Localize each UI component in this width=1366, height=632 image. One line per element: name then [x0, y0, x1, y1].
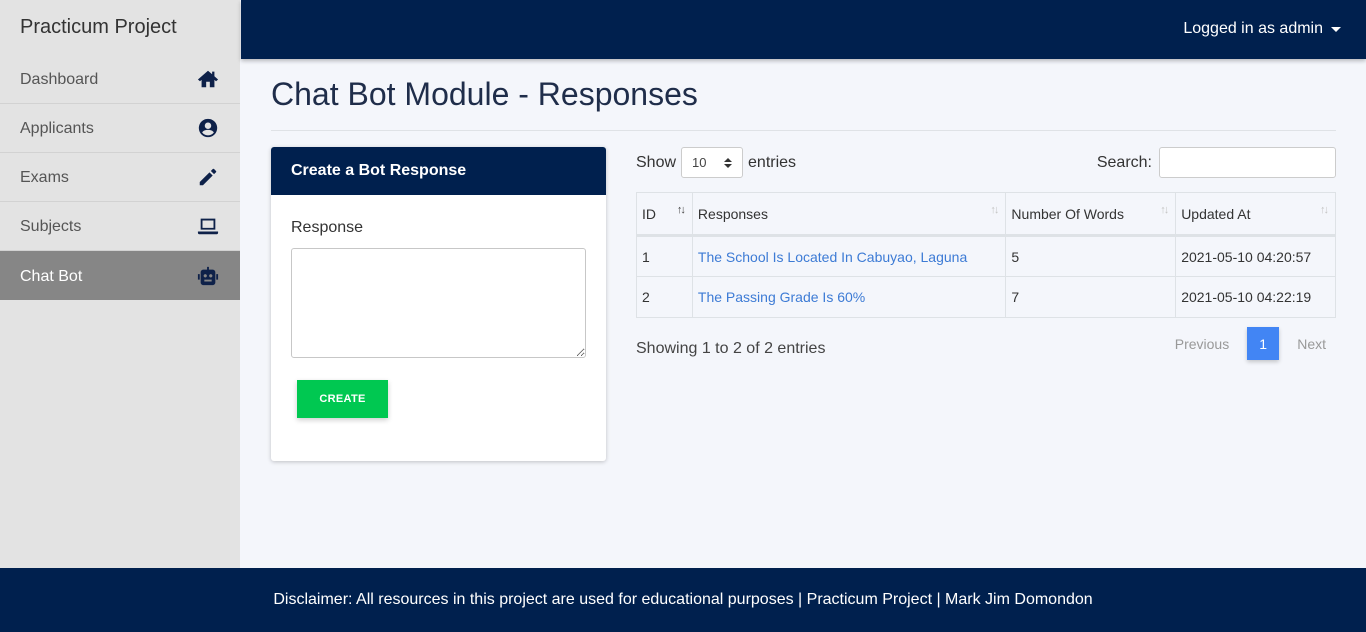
cell-response: The Passing Grade Is 60%: [691, 276, 1007, 318]
page-title: Chat Bot Module - Responses: [271, 76, 698, 112]
response-label: Response: [291, 219, 364, 236]
sidebar-item-chat-bot[interactable]: Chat Bot: [0, 251, 240, 300]
table-row: 1 The School Is Located In Cabuyao, Lagu…: [636, 235, 1336, 277]
cell-updated: 2021-05-10 04:22:19: [1175, 276, 1336, 318]
create-response-card: Create a Bot Response Response CREATE: [271, 147, 606, 461]
entries-select-value: 10: [692, 155, 707, 170]
entries-label: entries: [748, 153, 797, 171]
home-icon: [196, 67, 220, 91]
table-row: 2 The Passing Grade Is 60% 7 2021-05-10 …: [636, 276, 1336, 318]
response-textarea[interactable]: [291, 248, 586, 358]
sidebar-item-label: Exams: [20, 169, 69, 186]
page-1-button[interactable]: 1: [1247, 327, 1280, 360]
search-input[interactable]: [1159, 147, 1336, 178]
create-button[interactable]: CREATE: [297, 380, 388, 418]
responses-table: ID ↑↓ Responses ↑↓ Number Of Words ↑↓ Up…: [636, 192, 1336, 318]
column-header-label: ID: [642, 205, 656, 222]
entries-select[interactable]: 10: [681, 147, 744, 178]
sidebar: Practicum Project Dashboard Applicants E…: [0, 0, 240, 568]
footer-disclaimer: Disclaimer: All resources in this projec…: [273, 591, 1093, 608]
column-header-responses[interactable]: Responses ↑↓: [691, 192, 1007, 237]
show-label: Show: [636, 153, 677, 171]
entries-length-control: Show 10 entries: [636, 147, 796, 178]
select-arrows-icon: [724, 157, 733, 168]
cell-updated: 2021-05-10 04:20:57: [1175, 235, 1336, 277]
response-link[interactable]: The School Is Located In Cabuyao, Laguna: [698, 249, 967, 265]
chevron-down-icon: [1331, 27, 1341, 32]
response-link[interactable]: The Passing Grade Is 60%: [698, 289, 865, 305]
divider: [271, 130, 1336, 131]
cell-id: 2: [636, 276, 693, 318]
user-label: Logged in as admin: [1183, 20, 1323, 37]
previous-page-button[interactable]: Previous: [1165, 336, 1239, 352]
table-search: Search:: [1097, 147, 1336, 178]
column-header-id[interactable]: ID ↑↓: [636, 192, 693, 237]
laptop-icon: [196, 214, 220, 238]
sidebar-item-applicants[interactable]: Applicants: [0, 104, 240, 153]
column-header-label: Responses: [697, 205, 768, 222]
user-circle-icon: [196, 116, 220, 140]
pagination: Previous 1 Next: [1165, 327, 1336, 360]
sidebar-item-label: Subjects: [20, 218, 82, 235]
robot-icon: [196, 264, 220, 288]
cell-id: 1: [636, 235, 693, 277]
cell-words: 7: [1005, 276, 1177, 318]
sort-icon: ↑↓: [990, 204, 999, 216]
sort-icon: ↑↓: [676, 204, 686, 216]
sidebar-item-subjects[interactable]: Subjects: [0, 202, 240, 251]
card-title: Create a Bot Response: [271, 147, 606, 195]
brand-title[interactable]: Practicum Project: [0, 0, 240, 55]
sidebar-item-dashboard[interactable]: Dashboard: [0, 55, 240, 104]
footer: Disclaimer: All resources in this projec…: [0, 568, 1366, 632]
sort-icon: ↑↓: [1160, 204, 1169, 216]
sidebar-item-label: Applicants: [20, 120, 94, 137]
column-header-updated-at[interactable]: Updated At ↑↓: [1175, 192, 1336, 237]
next-page-button[interactable]: Next: [1287, 336, 1336, 352]
search-label: Search:: [1096, 153, 1152, 171]
column-header-number-of-words[interactable]: Number Of Words ↑↓: [1005, 192, 1177, 237]
column-header-label: Updated At: [1181, 205, 1251, 222]
cell-words: 5: [1005, 235, 1177, 277]
table-info: Showing 1 to 2 of 2 entries: [636, 340, 826, 357]
sidebar-item-label: Chat Bot: [20, 267, 83, 285]
sidebar-item-exams[interactable]: Exams: [0, 153, 240, 202]
pencil-icon: [196, 165, 220, 189]
user-dropdown[interactable]: Logged in as admin: [1183, 20, 1341, 38]
sidebar-item-label: Dashboard: [20, 71, 99, 88]
sort-icon: ↑↓: [1320, 204, 1329, 216]
cell-response: The School Is Located In Cabuyao, Laguna: [691, 235, 1007, 277]
top-navbar: Logged in as admin: [241, 0, 1366, 59]
table-header-row: ID ↑↓ Responses ↑↓ Number Of Words ↑↓ Up…: [636, 192, 1336, 237]
column-header-label: Number Of Words: [1011, 205, 1124, 222]
